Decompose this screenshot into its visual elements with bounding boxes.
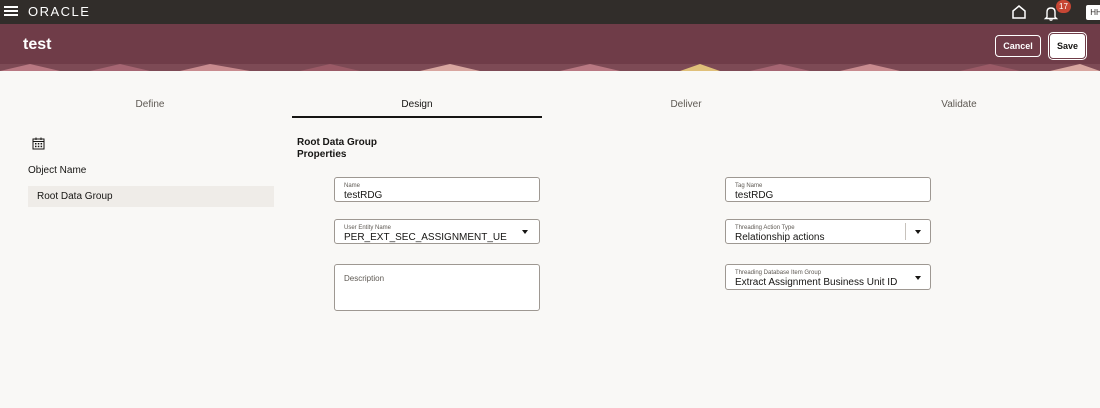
threading-db-item-group-select[interactable]: Threading Database Item Group Extract As… <box>725 264 931 290</box>
tree-item-root-data-group[interactable]: Root Data Group <box>28 186 274 207</box>
user-entity-name-label: User Entity Name <box>344 225 392 231</box>
threading-action-type-select[interactable]: Threading Action Type Relationship actio… <box>725 219 931 244</box>
tab-define[interactable]: Define <box>100 99 200 110</box>
select-divider <box>905 223 906 240</box>
threading-action-type-value: Relationship actions <box>735 232 825 243</box>
chevron-down-icon[interactable] <box>522 230 528 234</box>
threading-db-item-group-value: Extract Assignment Business Unit ID <box>735 277 898 288</box>
description-field-label: Description <box>344 274 385 283</box>
page-header: test Cancel Save <box>0 24 1100 71</box>
user-avatar[interactable]: HH <box>1086 5 1100 20</box>
chevron-down-icon[interactable] <box>915 276 921 280</box>
description-field[interactable]: Description <box>334 264 540 311</box>
active-tab-indicator <box>292 116 542 118</box>
menu-icon[interactable] <box>4 4 18 18</box>
home-icon[interactable] <box>1010 3 1028 21</box>
section-title: Root Data Group Properties <box>297 137 377 161</box>
global-header: ORACLE 17 HH <box>0 0 1100 24</box>
page-title: test <box>23 36 52 53</box>
tab-validate[interactable]: Validate <box>909 99 1009 110</box>
tag-name-field-label: Tag Name <box>735 183 763 189</box>
tag-name-field[interactable]: Tag Name testRDG <box>725 177 931 202</box>
user-entity-name-select[interactable]: User Entity Name PER_EXT_SEC_ASSIGNMENT_… <box>334 219 540 244</box>
chevron-down-icon[interactable] <box>915 230 921 234</box>
name-field-label: Name <box>344 183 361 189</box>
object-name-label: Object Name <box>28 165 87 176</box>
name-field[interactable]: Name testRDG <box>334 177 540 202</box>
tab-design[interactable]: Design <box>367 99 467 110</box>
tab-deliver[interactable]: Deliver <box>636 99 736 110</box>
notification-badge: 17 <box>1056 0 1071 13</box>
oracle-logo: ORACLE <box>28 4 91 19</box>
save-button[interactable]: Save <box>1048 32 1087 60</box>
tag-name-field-value: testRDG <box>735 190 774 201</box>
threading-db-item-group-label: Threading Database Item Group <box>735 270 822 276</box>
cancel-button[interactable]: Cancel <box>995 35 1041 57</box>
section-title-line2: Properties <box>297 149 347 160</box>
threading-action-type-label: Threading Action Type <box>735 225 795 231</box>
user-entity-name-value: PER_EXT_SEC_ASSIGNMENT_UE <box>344 232 507 243</box>
name-field-value: testRDG <box>344 190 383 201</box>
calendar-icon[interactable] <box>32 137 45 150</box>
section-title-line1: Root Data Group <box>297 137 377 148</box>
header-decoration <box>0 64 1100 71</box>
